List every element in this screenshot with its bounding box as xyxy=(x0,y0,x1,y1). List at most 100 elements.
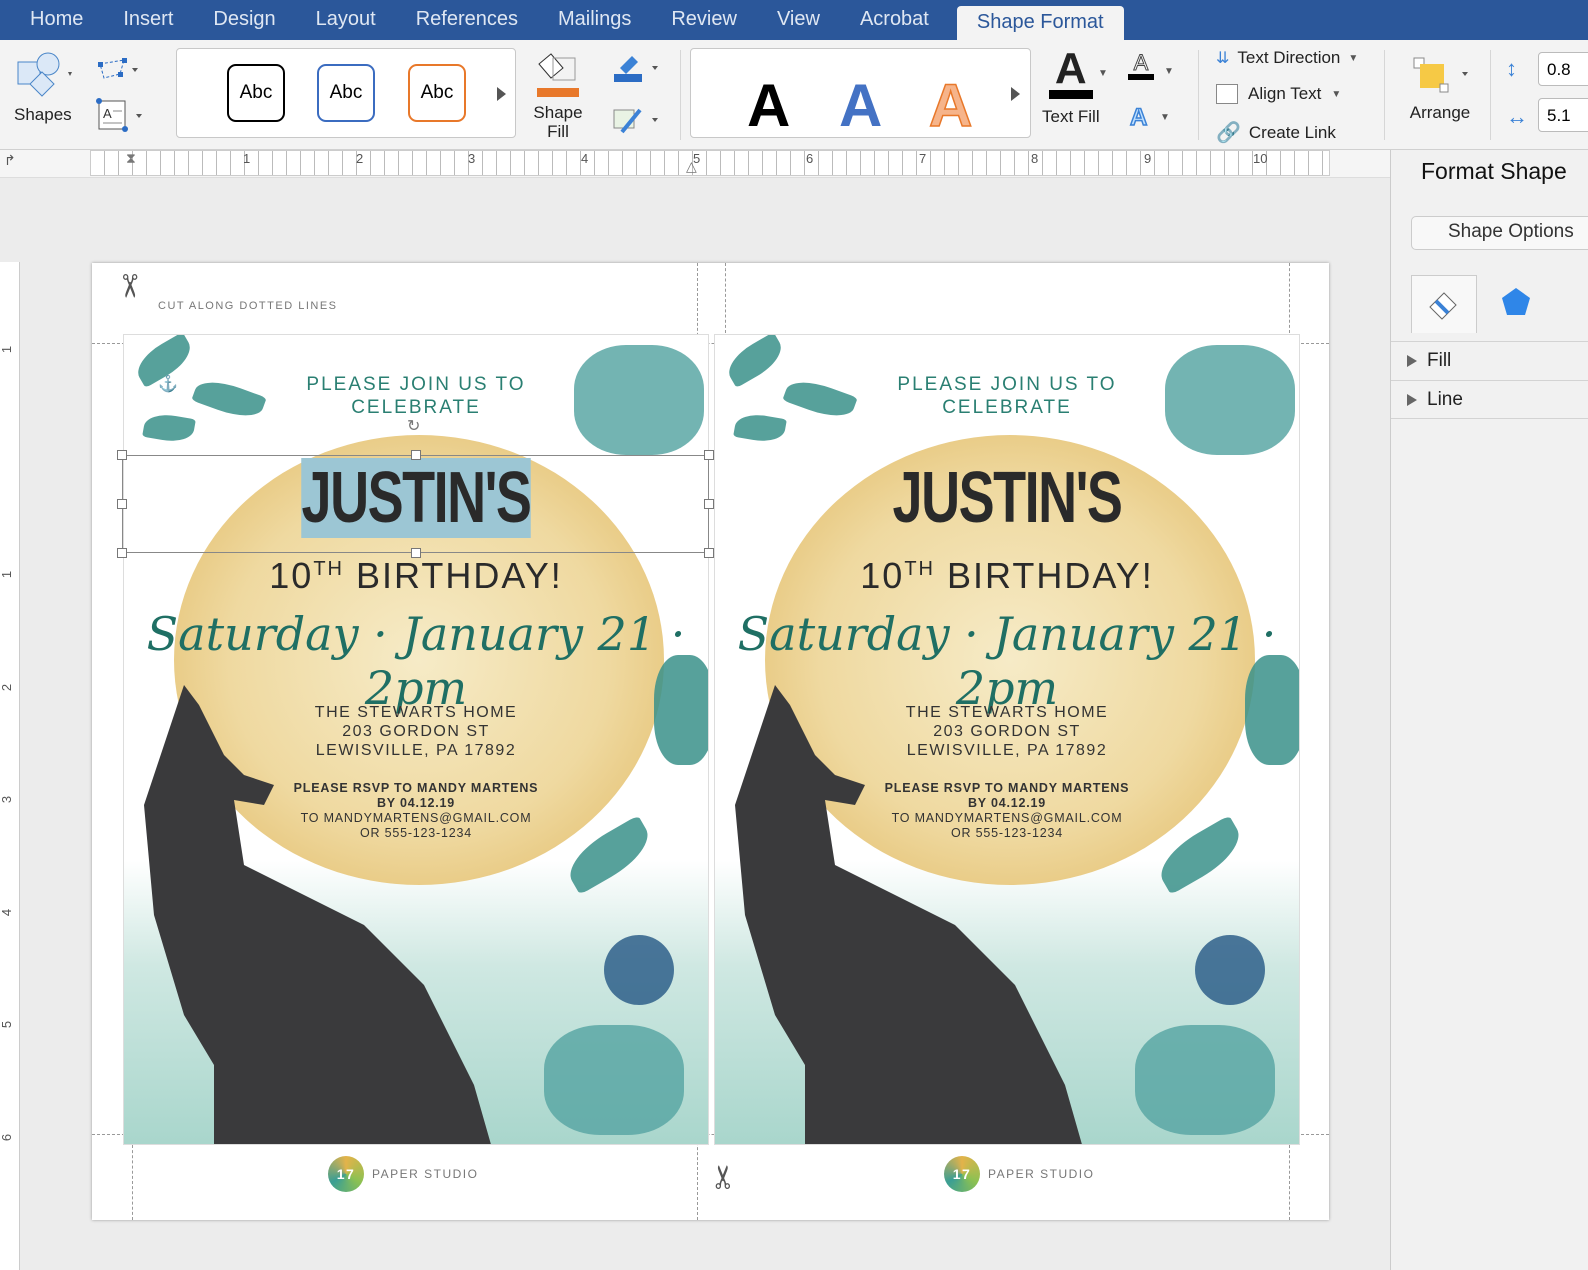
shape-style-black[interactable]: Abc xyxy=(227,64,285,122)
paper-studio-logo: 17 xyxy=(944,1156,980,1192)
flower-decoration xyxy=(604,935,674,1005)
wordart-style-blue[interactable]: A xyxy=(839,71,882,140)
tab-selector-icon[interactable]: ↱ xyxy=(4,152,16,169)
event-date: Saturday · January 21 · 2pm xyxy=(146,607,686,715)
birthday-number: 10 xyxy=(269,555,314,596)
fill-section[interactable]: Fill xyxy=(1391,341,1588,380)
ruler-number: 3 xyxy=(0,795,15,804)
text-box-icon[interactable]: A xyxy=(96,98,148,139)
effects-tab[interactable] xyxy=(1499,285,1533,324)
resize-handle[interactable] xyxy=(704,548,714,558)
text-effects-icon[interactable]: A xyxy=(1129,103,1148,132)
celebrate-line: CELEBRATE xyxy=(942,397,1072,418)
text-outline-button[interactable]: A xyxy=(1128,51,1154,80)
resize-handle[interactable] xyxy=(117,450,127,460)
tab-shape-format[interactable]: Shape Format xyxy=(956,6,1124,40)
left-indent-marker[interactable]: ⧗ xyxy=(126,150,136,167)
text-effects-dropdown-icon[interactable]: ▼ xyxy=(1160,112,1170,123)
shapes-button[interactable]: Shapes xyxy=(14,50,74,125)
tab-insert[interactable]: Insert xyxy=(103,0,193,40)
tab-design[interactable]: Design xyxy=(193,0,295,40)
shape-width-input[interactable]: 5.1 xyxy=(1538,98,1588,132)
shape-style-orange[interactable]: Abc xyxy=(408,64,466,122)
invitation-card-right[interactable]: PLEASE JOIN US TO CELEBRATE JUSTIN'S 10TH… xyxy=(714,334,1300,1145)
address-line: 203 GORDON ST xyxy=(933,723,1081,740)
text-direction-icon: ⇊ xyxy=(1216,50,1230,67)
expand-arrow-icon xyxy=(1407,355,1417,367)
horizontal-ruler[interactable]: ↱ 1 2 3 4 5 6 7 8 9 10 ⧗ △ xyxy=(0,150,1390,178)
rsvp-line: OR 555-123-1234 xyxy=(950,826,1064,840)
pentagon-icon xyxy=(1502,288,1530,315)
tab-acrobat[interactable]: Acrobat xyxy=(840,0,949,40)
rsvp-line: PLEASE RSVP TO MANDY MARTENS xyxy=(884,781,1130,795)
shape-style-blue[interactable]: Abc xyxy=(317,64,375,122)
text-fill-dropdown-icon[interactable]: ▼ xyxy=(1098,68,1108,79)
event-address: THE STEWARTS HOME 203 GORDON ST LEWISVILLE… xyxy=(124,703,708,760)
cut-line xyxy=(725,263,726,333)
resize-handle[interactable] xyxy=(704,499,714,509)
gallery-more-arrow[interactable] xyxy=(497,87,506,101)
svg-text:A: A xyxy=(103,106,112,121)
fill-label: Fill xyxy=(1427,350,1452,371)
ruler-scale: 1 2 3 4 5 6 7 8 9 10 xyxy=(90,150,1330,176)
shape-outline-icon[interactable] xyxy=(612,54,662,89)
resize-handle[interactable] xyxy=(117,548,127,558)
event-address: THE STEWARTS HOME 203 GORDON ST LEWISVILLE… xyxy=(715,703,1299,760)
rsvp-line: BY 04.12.19 xyxy=(376,796,456,810)
rotate-handle-icon[interactable]: ↻ xyxy=(407,416,420,436)
align-text-button[interactable]: Align Text ▼ xyxy=(1216,84,1341,104)
tab-layout[interactable]: Layout xyxy=(296,0,396,40)
ruler-number: 4 xyxy=(0,908,15,917)
cut-along-label: CUT ALONG DOTTED LINES xyxy=(158,300,338,312)
oak-leaf-decoration xyxy=(1135,1025,1275,1135)
document-page[interactable]: ✂ CUT ALONG DOTTED LINES ✂ PLEASE JOIN U… xyxy=(92,263,1329,1220)
line-section[interactable]: Line xyxy=(1391,380,1588,419)
rsvp-line: OR 555-123-1234 xyxy=(359,826,473,840)
invite-intro: PLEASE JOIN US TO CELEBRATE xyxy=(715,373,1299,419)
flower-decoration xyxy=(1195,935,1265,1005)
text-fill-label: Text Fill xyxy=(1042,107,1100,126)
birthday-suffix: TH xyxy=(904,558,935,580)
tab-home[interactable]: Home xyxy=(0,0,103,40)
resize-handle[interactable] xyxy=(411,450,421,460)
fill-line-tab[interactable] xyxy=(1411,275,1477,333)
text-direction-label: Text Direction xyxy=(1237,48,1341,67)
expand-arrow-icon xyxy=(1407,393,1417,406)
shape-styles-gallery: Abc Abc Abc xyxy=(176,48,516,138)
text-fill-button[interactable]: A Text Fill xyxy=(1042,47,1100,127)
ribbon: Shapes A Abc Abc Abc Shape Fill A A A A … xyxy=(0,40,1588,150)
join-line: PLEASE JOIN US TO xyxy=(306,374,526,395)
shape-options-button[interactable]: Shape Options xyxy=(1411,216,1588,250)
ruler-number: 10 xyxy=(1253,151,1268,166)
child-name[interactable]: JUSTIN'S xyxy=(788,457,1226,539)
shape-height-input[interactable]: 0.8 xyxy=(1538,52,1588,86)
resize-handle[interactable] xyxy=(704,450,714,460)
arrange-button[interactable]: Arrange xyxy=(1408,54,1472,123)
edit-shape-icon[interactable] xyxy=(96,56,140,91)
wordart-style-black[interactable]: A xyxy=(747,71,790,140)
tab-review[interactable]: Review xyxy=(651,0,757,40)
anchor-icon: ⚓ xyxy=(158,376,178,393)
join-line: PLEASE JOIN US TO xyxy=(897,374,1117,395)
resize-handle[interactable] xyxy=(411,548,421,558)
wordart-more-arrow[interactable] xyxy=(1011,87,1020,101)
resize-handle[interactable] xyxy=(117,499,127,509)
wordart-style-orange[interactable]: A xyxy=(928,71,973,140)
right-indent-marker[interactable]: △ xyxy=(686,158,697,175)
footer-label: PAPER STUDIO xyxy=(988,1167,1095,1181)
shape-effects-icon[interactable] xyxy=(612,106,662,141)
text-direction-button[interactable]: ⇊ Text Direction ▼ xyxy=(1216,48,1358,68)
birthday-line: 10TH BIRTHDAY! xyxy=(124,555,708,597)
cut-line xyxy=(132,1145,133,1220)
address-line: LEWISVILLE, PA 17892 xyxy=(315,742,517,759)
ruler-number: 3 xyxy=(468,151,476,166)
tab-view[interactable]: View xyxy=(757,0,840,40)
create-link-label: Create Link xyxy=(1248,122,1336,142)
selected-text-box[interactable]: ↻ xyxy=(117,418,714,558)
create-link-button[interactable]: 🔗 Create Link xyxy=(1216,120,1336,145)
shape-fill-button[interactable]: Shape Fill xyxy=(526,50,590,141)
tab-mailings[interactable]: Mailings xyxy=(538,0,651,40)
tab-references[interactable]: References xyxy=(396,0,538,40)
text-outline-dropdown-icon[interactable]: ▼ xyxy=(1164,66,1174,77)
vertical-ruler[interactable]: 1 1 2 3 4 5 6 xyxy=(0,262,20,1270)
